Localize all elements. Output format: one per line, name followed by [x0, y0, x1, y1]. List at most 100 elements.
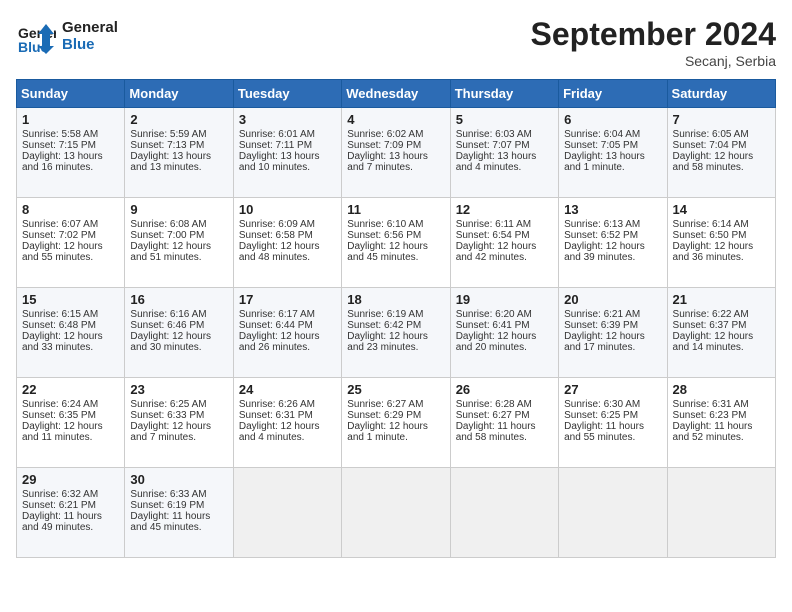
calendar-day-cell: 17Sunrise: 6:17 AMSunset: 6:44 PMDayligh… — [233, 288, 341, 378]
empty-cell — [342, 468, 450, 558]
calendar-day-cell: 5Sunrise: 6:03 AMSunset: 7:07 PMDaylight… — [450, 108, 558, 198]
day-info-line: Sunset: 6:37 PM — [673, 320, 770, 331]
day-info-line: Daylight: 12 hours — [456, 241, 553, 252]
location-subtitle: Secanj, Serbia — [531, 53, 776, 69]
day-info-line: Sunset: 7:09 PM — [347, 140, 444, 151]
day-info-line: Sunrise: 5:59 AM — [130, 129, 227, 140]
day-info-line: and 42 minutes. — [456, 252, 553, 263]
day-info-line: Sunrise: 6:17 AM — [239, 309, 336, 320]
day-info-line: Daylight: 11 hours — [564, 421, 661, 432]
calendar-day-cell: 7Sunrise: 6:05 AMSunset: 7:04 PMDaylight… — [667, 108, 775, 198]
day-info-line: Sunset: 6:52 PM — [564, 230, 661, 241]
day-info-line: Sunset: 7:07 PM — [456, 140, 553, 151]
day-info-line: and 49 minutes. — [22, 522, 119, 533]
day-info-line: Daylight: 12 hours — [673, 241, 770, 252]
day-number: 18 — [347, 292, 444, 307]
day-number: 25 — [347, 382, 444, 397]
logo: General Blue General Blue — [16, 16, 118, 56]
day-info-line: Sunrise: 6:04 AM — [564, 129, 661, 140]
day-info-line: and 11 minutes. — [22, 432, 119, 443]
day-info-line: Daylight: 13 hours — [22, 151, 119, 162]
day-info-line: Sunrise: 6:15 AM — [22, 309, 119, 320]
day-info-line: Sunset: 6:44 PM — [239, 320, 336, 331]
day-info-line: Daylight: 12 hours — [239, 421, 336, 432]
day-info-line: Daylight: 12 hours — [130, 241, 227, 252]
logo-general: General — [62, 19, 118, 36]
day-info-line: Daylight: 12 hours — [347, 331, 444, 342]
day-number: 1 — [22, 112, 119, 127]
day-info-line: Sunset: 6:50 PM — [673, 230, 770, 241]
day-info-line: and 7 minutes. — [130, 432, 227, 443]
calendar-day-cell: 8Sunrise: 6:07 AMSunset: 7:02 PMDaylight… — [17, 198, 125, 288]
day-info-line: and 1 minute. — [564, 162, 661, 173]
day-info-line: Sunset: 6:25 PM — [564, 410, 661, 421]
calendar-day-cell: 26Sunrise: 6:28 AMSunset: 6:27 PMDayligh… — [450, 378, 558, 468]
calendar-day-cell: 3Sunrise: 6:01 AMSunset: 7:11 PMDaylight… — [233, 108, 341, 198]
day-info-line: Sunrise: 6:03 AM — [456, 129, 553, 140]
day-info-line: Sunset: 6:31 PM — [239, 410, 336, 421]
day-number: 13 — [564, 202, 661, 217]
empty-cell — [559, 468, 667, 558]
day-info-line: and 55 minutes. — [564, 432, 661, 443]
day-number: 14 — [673, 202, 770, 217]
day-number: 2 — [130, 112, 227, 127]
day-info-line: Daylight: 12 hours — [22, 241, 119, 252]
day-info-line: Daylight: 13 hours — [130, 151, 227, 162]
page-header: General Blue General Blue September 2024… — [16, 16, 776, 69]
day-info-line: Sunset: 7:02 PM — [22, 230, 119, 241]
calendar-day-cell: 25Sunrise: 6:27 AMSunset: 6:29 PMDayligh… — [342, 378, 450, 468]
day-number: 9 — [130, 202, 227, 217]
day-info-line: Daylight: 12 hours — [673, 331, 770, 342]
day-info-line: Sunrise: 6:14 AM — [673, 219, 770, 230]
calendar-day-cell: 14 Sunrise: 6:14 AMSunset: 6:50 PMDayligh… — [667, 198, 775, 288]
weekday-header-sunday: Sunday — [17, 80, 125, 108]
day-info-line: and 23 minutes. — [347, 342, 444, 353]
day-info-line: and 39 minutes. — [564, 252, 661, 263]
day-info-line: Daylight: 12 hours — [347, 421, 444, 432]
calendar-day-cell: 27Sunrise: 6:30 AMSunset: 6:25 PMDayligh… — [559, 378, 667, 468]
day-info-line: Daylight: 13 hours — [239, 151, 336, 162]
calendar-day-cell: 23Sunrise: 6:25 AMSunset: 6:33 PMDayligh… — [125, 378, 233, 468]
day-info-line: Daylight: 12 hours — [130, 421, 227, 432]
day-number: 6 — [564, 112, 661, 127]
day-info-line: and 20 minutes. — [456, 342, 553, 353]
day-number: 28 — [673, 382, 770, 397]
day-info-line: and 4 minutes. — [456, 162, 553, 173]
day-number: 23 — [130, 382, 227, 397]
day-number: 4 — [347, 112, 444, 127]
calendar-day-cell: 15Sunrise: 6:15 AMSunset: 6:48 PMDayligh… — [17, 288, 125, 378]
day-number: 21 — [673, 292, 770, 307]
calendar-week-row: 15Sunrise: 6:15 AMSunset: 6:48 PMDayligh… — [17, 288, 776, 378]
day-info-line: Daylight: 12 hours — [456, 331, 553, 342]
day-info-line: and 33 minutes. — [22, 342, 119, 353]
day-info-line: Sunrise: 6:33 AM — [130, 489, 227, 500]
calendar-week-row: 1Sunrise: 5:58 AMSunset: 7:15 PMDaylight… — [17, 108, 776, 198]
weekday-header-friday: Friday — [559, 80, 667, 108]
day-info-line: and 36 minutes. — [673, 252, 770, 263]
day-info-line: Sunset: 6:58 PM — [239, 230, 336, 241]
logo-blue: Blue — [62, 36, 118, 53]
calendar-day-cell: 2Sunrise: 5:59 AMSunset: 7:13 PMDaylight… — [125, 108, 233, 198]
empty-cell — [667, 468, 775, 558]
calendar-day-cell: 11Sunrise: 6:10 AMSunset: 6:56 PMDayligh… — [342, 198, 450, 288]
calendar-day-cell: 18Sunrise: 6:19 AMSunset: 6:42 PMDayligh… — [342, 288, 450, 378]
calendar-week-row: 22Sunrise: 6:24 AMSunset: 6:35 PMDayligh… — [17, 378, 776, 468]
calendar-day-cell: 12Sunrise: 6:11 AMSunset: 6:54 PMDayligh… — [450, 198, 558, 288]
day-info-line: Daylight: 12 hours — [564, 331, 661, 342]
day-info-line: Sunrise: 6:28 AM — [456, 399, 553, 410]
day-info-line: Sunrise: 6:32 AM — [22, 489, 119, 500]
day-info-line: Sunrise: 6:27 AM — [347, 399, 444, 410]
day-number: 16 — [130, 292, 227, 307]
day-info-line: Sunset: 7:11 PM — [239, 140, 336, 151]
day-info-line: and 45 minutes. — [347, 252, 444, 263]
day-info-line: Daylight: 12 hours — [239, 241, 336, 252]
day-info-line: and 26 minutes. — [239, 342, 336, 353]
day-number: 24 — [239, 382, 336, 397]
day-info-line: Daylight: 11 hours — [673, 421, 770, 432]
title-block: September 2024 Secanj, Serbia — [531, 16, 776, 69]
weekday-header-wednesday: Wednesday — [342, 80, 450, 108]
day-info-line: Sunrise: 6:08 AM — [130, 219, 227, 230]
day-info-line: Daylight: 12 hours — [347, 241, 444, 252]
day-info-line: Daylight: 12 hours — [564, 241, 661, 252]
day-number: 8 — [22, 202, 119, 217]
